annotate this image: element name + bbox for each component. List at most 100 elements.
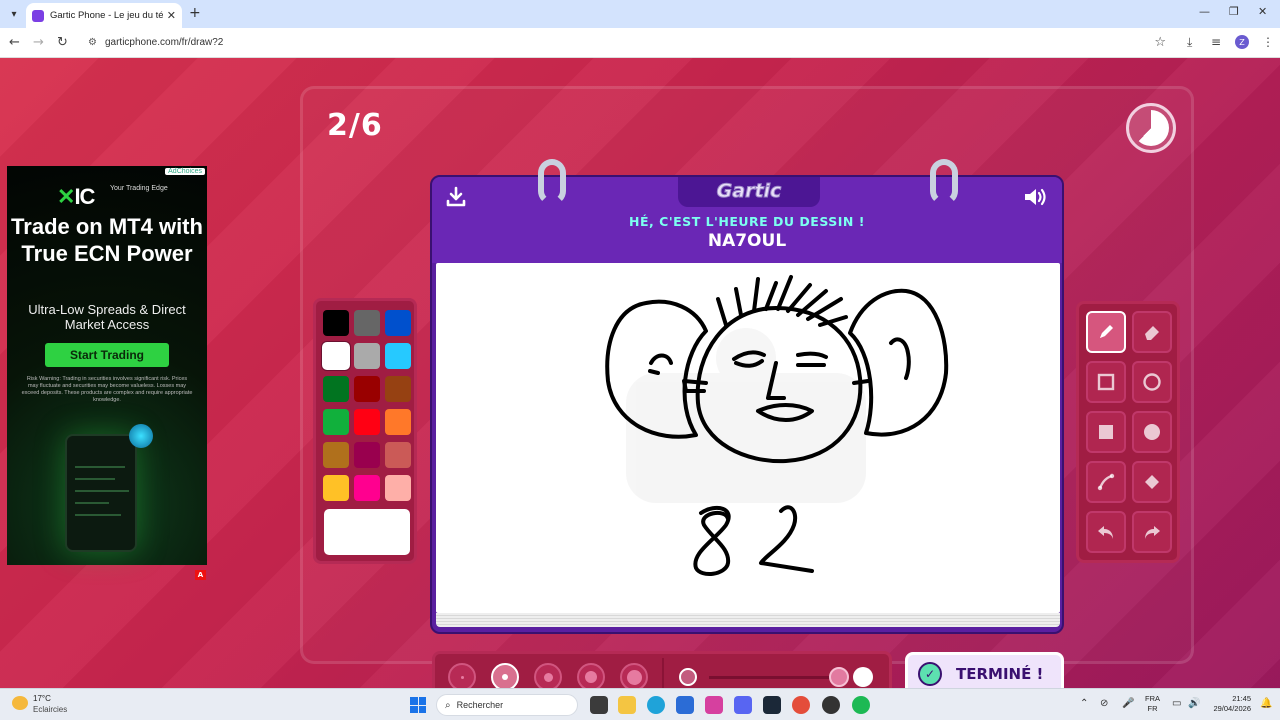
- drawing-prompt: HÉ, C'EST L'HEURE DU DESSIN !: [629, 214, 865, 229]
- drawing-card: Gartic HÉ, C'EST L'HEURE DU DESSIN ! NA7…: [430, 159, 1064, 634]
- color-swatch[interactable]: [323, 376, 349, 402]
- microphone-icon[interactable]: 🎤: [1122, 698, 1134, 709]
- redo-tool[interactable]: [1132, 511, 1172, 553]
- rectangle-outline-tool[interactable]: [1086, 361, 1126, 403]
- minimize-icon[interactable]: —: [1199, 5, 1210, 18]
- opacity-slider-thumb[interactable]: [829, 667, 849, 687]
- weather-description: Eclaircies: [33, 705, 68, 714]
- brush-size-4[interactable]: [577, 663, 605, 688]
- opacity-slider[interactable]: [709, 676, 839, 679]
- taskbar: 17°C Eclaircies ⌕ Rechercher ⌃ ⊘ 🎤 FRA F…: [0, 688, 1280, 720]
- drawing-canvas[interactable]: [436, 263, 1060, 613]
- download-drawing-icon[interactable]: [444, 185, 468, 209]
- weather-icon[interactable]: [12, 696, 28, 710]
- line-tool[interactable]: [1086, 461, 1126, 503]
- color-swatch[interactable]: [323, 409, 349, 435]
- url-field[interactable]: ⚙ garticphone.com/fr/draw?2 ☆: [78, 31, 1176, 54]
- close-window-icon[interactable]: ✕: [1258, 5, 1267, 18]
- color-swatch[interactable]: [354, 409, 380, 435]
- network-off-icon[interactable]: ⊘: [1100, 698, 1108, 709]
- site-info-icon[interactable]: ⚙: [88, 37, 97, 48]
- color-swatch[interactable]: [385, 475, 411, 501]
- done-button[interactable]: ✓ TERMINÉ !: [905, 652, 1064, 688]
- rectangle-fill-tool[interactable]: [1086, 411, 1126, 453]
- menu-dots-icon[interactable]: ⋮: [1262, 35, 1274, 49]
- clock[interactable]: 21:45 29/04/2026: [1209, 694, 1251, 714]
- pen-tool[interactable]: [1086, 311, 1126, 353]
- back-icon[interactable]: ←: [9, 35, 20, 50]
- bookmark-star-icon[interactable]: ☆: [1154, 35, 1166, 50]
- discord-icon[interactable]: [734, 696, 752, 714]
- ellipse-outline-tool[interactable]: [1132, 361, 1172, 403]
- timer-icon: [1126, 103, 1176, 153]
- reload-icon[interactable]: ↻: [57, 35, 68, 50]
- ellipse-fill-tool[interactable]: [1132, 411, 1172, 453]
- color-swatch[interactable]: [323, 475, 349, 501]
- sound-icon[interactable]: [1022, 185, 1050, 209]
- brush-size-1[interactable]: [448, 663, 476, 688]
- language-indicator[interactable]: FRA FR: [1145, 694, 1160, 714]
- instagram-icon[interactable]: [705, 696, 723, 714]
- eraser-tool[interactable]: [1132, 311, 1172, 353]
- brush-size-dot: [502, 674, 508, 680]
- forward-icon[interactable]: →: [33, 35, 44, 50]
- taskbar-search[interactable]: ⌕ Rechercher: [436, 694, 578, 716]
- brush-size-2[interactable]: [491, 663, 519, 688]
- ad-logo-text: IC: [74, 184, 95, 209]
- download-icon[interactable]: ⤓: [1187, 35, 1192, 50]
- opacity-max-icon[interactable]: [853, 667, 873, 687]
- color-palette: [313, 298, 417, 564]
- chrome-icon[interactable]: [792, 696, 810, 714]
- tab-garticphone[interactable]: Gartic Phone - Le jeu du téléph ✕: [26, 3, 182, 28]
- fill-tool[interactable]: [1132, 461, 1172, 503]
- reading-list-icon[interactable]: ≡: [1211, 35, 1221, 49]
- volume-icon[interactable]: 🔊: [1188, 698, 1200, 709]
- color-swatch[interactable]: [354, 376, 380, 402]
- display-icon[interactable]: ▭: [1172, 698, 1181, 709]
- color-swatch[interactable]: [322, 342, 350, 370]
- check-icon: ✓: [918, 661, 942, 686]
- color-swatch[interactable]: [323, 442, 349, 468]
- player-name: NA7OUL: [707, 231, 787, 251]
- color-swatch[interactable]: [354, 310, 380, 336]
- store-icon[interactable]: [676, 696, 694, 714]
- gartic-favicon-icon: [32, 9, 44, 22]
- color-swatch[interactable]: [354, 343, 380, 369]
- brush-size-3[interactable]: [534, 663, 562, 688]
- color-swatch[interactable]: [385, 343, 411, 369]
- notepad-pages: [436, 613, 1060, 627]
- color-swatch[interactable]: [385, 409, 411, 435]
- start-menu-icon[interactable]: [410, 697, 426, 713]
- notifications-icon[interactable]: 🔔: [1260, 698, 1272, 709]
- color-swatch[interactable]: [385, 442, 411, 468]
- obs-icon[interactable]: [822, 696, 840, 714]
- spotify-icon[interactable]: [852, 696, 870, 714]
- steam-icon[interactable]: [763, 696, 781, 714]
- brush-size-5[interactable]: [620, 663, 648, 688]
- ad-globe-icon: [129, 424, 153, 448]
- edge-icon[interactable]: [647, 696, 665, 714]
- color-swatch[interactable]: [385, 376, 411, 402]
- task-view-icon[interactable]: [590, 696, 608, 714]
- tab-search-icon[interactable]: ▾: [6, 6, 22, 22]
- tab-strip: ▾ Gartic Phone - Le jeu du téléph ✕ + — …: [0, 0, 1280, 28]
- new-tab-icon[interactable]: +: [189, 5, 201, 21]
- taskbar-search-text: Rechercher: [456, 700, 504, 710]
- ad-choices[interactable]: AdChoices: [165, 168, 205, 175]
- current-color-preview: [324, 509, 410, 555]
- file-explorer-icon[interactable]: [618, 696, 636, 714]
- opacity-min-icon[interactable]: [679, 668, 697, 686]
- ad-cta-button[interactable]: Start Trading: [45, 343, 169, 367]
- color-swatch[interactable]: [354, 442, 380, 468]
- ad-badge[interactable]: A: [195, 570, 206, 580]
- advertisement[interactable]: AdChoices ✕IC Your Trading Edge Trade on…: [7, 166, 207, 565]
- restore-icon[interactable]: ❐: [1229, 5, 1239, 18]
- profile-avatar[interactable]: Z: [1235, 35, 1249, 49]
- line-icon: [1097, 473, 1115, 491]
- color-swatch[interactable]: [385, 310, 411, 336]
- tray-expand-icon[interactable]: ⌃: [1080, 698, 1088, 709]
- color-swatch[interactable]: [323, 310, 349, 336]
- color-swatch[interactable]: [354, 475, 380, 501]
- undo-tool[interactable]: [1086, 511, 1126, 553]
- close-tab-icon[interactable]: ✕: [167, 9, 176, 22]
